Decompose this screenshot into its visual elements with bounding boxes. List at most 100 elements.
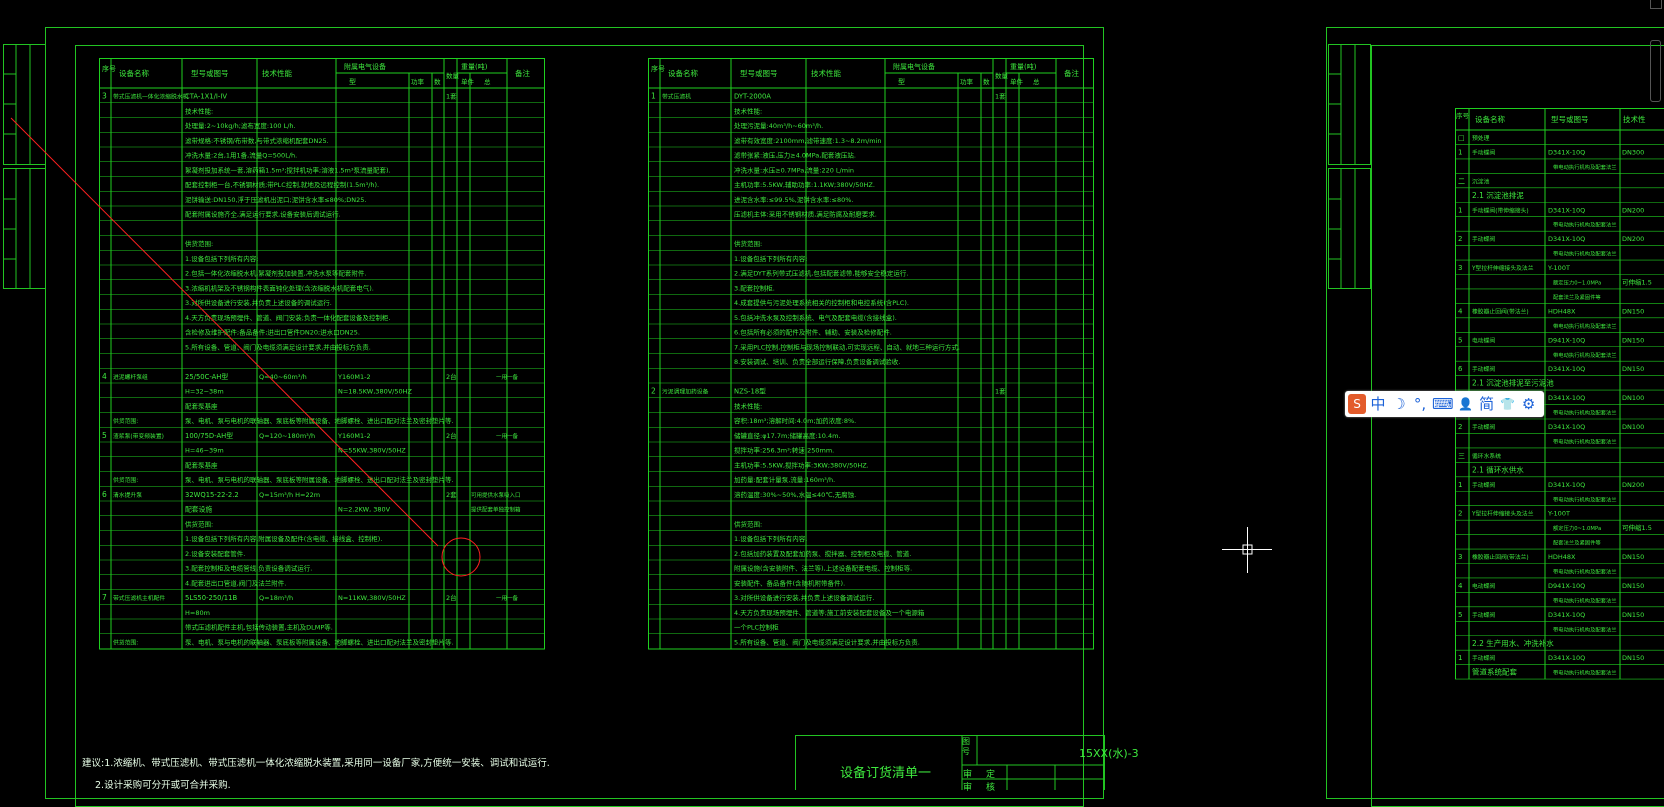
row-name: 手动蝶阀 bbox=[1472, 365, 1495, 373]
ime-settings-icon[interactable]: ⚙ bbox=[1520, 394, 1538, 414]
row-spec: 3.配套控制柜. bbox=[734, 283, 775, 292]
row-name: 供货范围: bbox=[113, 638, 138, 646]
row-model: D941X-10Q bbox=[1548, 582, 1585, 590]
row-name: Y型拉杆伸缩接头及法兰 bbox=[1471, 510, 1534, 518]
row-spec: 5.所有设备、管道、阀门及电缆须满足设计要求,并由投标方负责. bbox=[734, 637, 920, 646]
title-block-row1: 审定 bbox=[963, 770, 1010, 780]
window-control-icon[interactable] bbox=[1650, 0, 1662, 9]
row-model: 带电动执行机构及配套法兰 bbox=[1553, 568, 1617, 576]
red-revision-circle bbox=[441, 537, 481, 577]
ime-skin-icon[interactable]: 👕 bbox=[1499, 394, 1517, 414]
row-spec: 主机功率:5.5KW,搅拌功率:3KW;380V/50HZ. bbox=[734, 460, 869, 469]
row-spec: DN200 bbox=[1622, 235, 1644, 243]
row-spec: 储罐直径:φ17.7m;储罐高度:10.4m. bbox=[734, 431, 841, 440]
row-spec: 2.包括加药装置及配套加药泵、搅拌器、控制柜及电缆、管道. bbox=[734, 549, 911, 558]
red-leader-line bbox=[10, 117, 439, 547]
row-spec: DN200 bbox=[1622, 206, 1644, 214]
header-weight-single: 单件 bbox=[1010, 77, 1024, 86]
row-model: 额定压力0~1.0MPa bbox=[1553, 524, 1601, 532]
ime-punctuation-icon[interactable]: °, bbox=[1411, 394, 1429, 414]
row-spec: 可伸缩1.5 bbox=[1622, 278, 1652, 287]
row-name: 手动蝶阀 bbox=[1472, 148, 1495, 156]
row-spec: 加药量:配套计量泵,流量:160m³/h. bbox=[734, 475, 835, 484]
row-model: D341X-10Q bbox=[1548, 148, 1585, 156]
row-model: D341X-10Q bbox=[1548, 394, 1585, 402]
row-name: 管道系统配套 bbox=[1472, 667, 1517, 677]
ime-chinese-mode-button[interactable]: 中 bbox=[1369, 394, 1387, 414]
row-seq: 1 bbox=[1458, 481, 1462, 489]
row-spec: DN100 bbox=[1622, 394, 1644, 402]
row-name: 2.2 生产用水、冲洗补水 bbox=[1472, 638, 1554, 648]
header-elec-power: 功率 bbox=[960, 77, 974, 86]
row-model: DYT-2000A bbox=[734, 93, 771, 101]
row-name: 带式压滤机 bbox=[662, 93, 691, 101]
row-spec: 5.包括冲洗水泵及控制系统、电气及配套电缆(含接线盒). bbox=[734, 313, 897, 322]
title-block-drawing-no: 15XX(水)-3 bbox=[1079, 747, 1139, 760]
row-model: NZS-18型 bbox=[734, 387, 766, 396]
row-spec: 附属设施(含安装附件、法兰等),上述设备配套电缆、控制柜等. bbox=[734, 564, 912, 573]
row-name: 橡胶瓣止回阀(带法兰) bbox=[1472, 553, 1529, 561]
row-model: D341X-10Q bbox=[1548, 654, 1585, 662]
right-binding-strip bbox=[1328, 44, 1371, 289]
note-line-2: 2.设计采购可分开或可合并采购. bbox=[95, 780, 231, 791]
row-name: 橡胶瓣止回阀(带法兰) bbox=[1472, 307, 1529, 315]
header-spec: 技术性 bbox=[1623, 114, 1646, 124]
row-spec: 搅拌功率:256.3m³;转速:250mm. bbox=[734, 446, 834, 455]
header-name: 设备名称 bbox=[668, 68, 698, 78]
row-model: Y-100T bbox=[1547, 264, 1570, 272]
ime-user-icon[interactable]: 👤 bbox=[1457, 394, 1475, 414]
row-seq: 6 bbox=[1458, 365, 1463, 373]
header-quantity: 数量 bbox=[995, 71, 1009, 80]
row-model: D341X-10Q bbox=[1548, 365, 1585, 373]
row-model: 配套法兰及紧固件等 bbox=[1553, 539, 1601, 547]
header-name: 设备名称 bbox=[1475, 114, 1505, 124]
ime-toolbar[interactable]: S 中 ☽ °, ⌨ 👤 简 👕 ⚙ bbox=[1345, 391, 1544, 417]
row-spec: DN150 bbox=[1622, 553, 1644, 561]
row-spec: 7.采用PLC控制,控制柜与现场控制联动,可实现远程、自动、就地三种运行方式. bbox=[734, 342, 960, 351]
header-weight-total: 总 bbox=[1033, 77, 1040, 86]
row-spec: 供货范围: bbox=[734, 239, 762, 248]
row-name: 污泥调理加药设备 bbox=[662, 388, 709, 396]
row-model: 带电动执行机构及配套法兰 bbox=[1553, 495, 1617, 503]
row-name: 2.1 沉淀池排泥 bbox=[1472, 190, 1524, 200]
crosshair-cursor-icon[interactable] bbox=[1222, 527, 1272, 573]
row-spec: 溶药温度:30%~50%,水温≤40℃,无腐蚀. bbox=[734, 490, 856, 499]
row-name: 手动蝶阀 bbox=[1472, 611, 1495, 619]
row-model: 带电动执行机构及配套法兰 bbox=[1553, 625, 1617, 633]
row-seq: 2 bbox=[1458, 423, 1462, 431]
row-name: 2.1 循环水供水 bbox=[1472, 464, 1524, 474]
row-spec: 处理污泥量:40m³/h~60m³/h. bbox=[734, 121, 823, 130]
row-model: 带电动执行机构及配套法兰 bbox=[1553, 596, 1617, 604]
header-spec: 技术性能 bbox=[811, 68, 841, 78]
row-qty: 1套 bbox=[995, 387, 1006, 396]
row-model: 带电动执行机构及配套法兰 bbox=[1553, 669, 1617, 677]
row-seq: 2 bbox=[1458, 510, 1462, 518]
row-spec: DN100 bbox=[1622, 423, 1644, 431]
ime-simplified-button[interactable]: 简 bbox=[1478, 394, 1496, 414]
row-model: 带电动执行机构及配套法兰 bbox=[1553, 163, 1617, 171]
right-valve-table: 序号 设备名称 型号或图号 技术性 □ 预处理 1 手动蝶阀 D341X-10Q DN300 带电动… bbox=[1455, 108, 1664, 680]
row-model: D941X-10Q bbox=[1548, 336, 1585, 344]
row-seq: 三 bbox=[1458, 452, 1465, 460]
title-block-row2: 审核 bbox=[963, 783, 1010, 793]
row-spec: H=80m bbox=[185, 609, 210, 617]
row-name: 手动蝶阀(带伸缩接头) bbox=[1472, 206, 1529, 214]
vertical-scrollbar[interactable] bbox=[1650, 40, 1661, 102]
row-spec: 1.设备包括下列所有内容: bbox=[734, 254, 807, 263]
row-seq: 1 bbox=[1458, 654, 1462, 662]
row-spec: DN150 bbox=[1622, 611, 1644, 619]
row-name: 手动蝶阀 bbox=[1472, 235, 1495, 243]
row-spec: 技术性能: bbox=[734, 401, 762, 410]
row-spec: 带式压滤机配件主机,包括传动装置,主机及DLMP等. bbox=[185, 623, 333, 632]
row-spec: 3.对所供设备进行安装,并负责上述设备调试运行. bbox=[734, 593, 874, 602]
ime-keyboard-icon[interactable]: ⌨ bbox=[1432, 394, 1454, 414]
ime-logo-icon[interactable]: S bbox=[1348, 394, 1366, 414]
row-spec: 2.满足DYT系列带式压滤机,包括配套滤带,能够安全稳定运行. bbox=[734, 269, 909, 278]
row-seq: 1 bbox=[1458, 148, 1462, 156]
title-block-title: 设备订货清单一 bbox=[840, 766, 932, 781]
row-name: 手动蝶阀 bbox=[1472, 654, 1495, 662]
row-name: 电动蝶阀 bbox=[1472, 582, 1495, 590]
row-spec: 6.包括所有必须的配件及附件、辅助、安装及检修配件. bbox=[734, 328, 892, 337]
row-spec: DN300 bbox=[1622, 148, 1644, 156]
ime-moon-icon[interactable]: ☽ bbox=[1390, 394, 1408, 414]
